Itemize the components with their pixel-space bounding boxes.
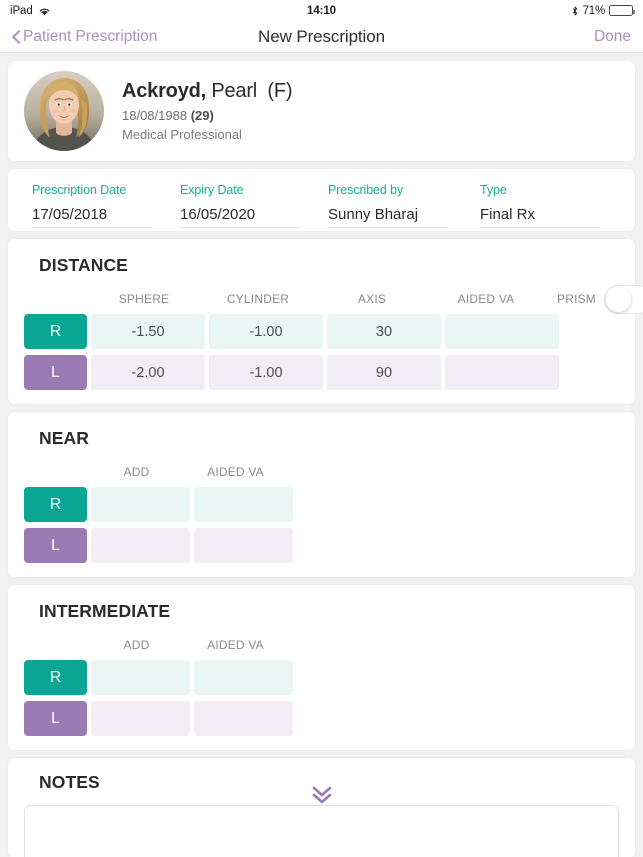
intermediate-column-header-add: ADD — [123, 638, 150, 652]
prescription-details-card: Prescription Date 17/05/2018 Expiry Date… — [8, 169, 635, 231]
intermediate-eye-badge-left[interactable]: L — [24, 701, 87, 736]
near-column-headers: ADD AIDED VA — [24, 463, 619, 481]
near-section-title: NEAR — [39, 428, 89, 448]
double-chevron-down-icon[interactable] — [309, 784, 335, 806]
patient-age: (29) — [190, 108, 214, 123]
near-eye-badge-right[interactable]: R — [24, 487, 87, 522]
distance-left-cylinder[interactable]: -1.00 — [209, 355, 323, 390]
intermediate-left-aided-va[interactable] — [194, 701, 293, 736]
near-right-aided-va[interactable] — [194, 487, 293, 522]
distance-right-sphere[interactable]: -1.50 — [91, 314, 205, 349]
eye-badge-right[interactable]: R — [24, 314, 87, 349]
intermediate-row-right: R — [24, 660, 619, 695]
patient-gender: (F) — [267, 80, 293, 102]
near-column-header-aided-va: AIDED VA — [207, 465, 264, 479]
status-clock: 14:10 — [307, 4, 336, 17]
intermediate-column-headers: ADD AIDED VA — [24, 636, 619, 654]
distance-row-right: R -1.50 -1.00 30 — [24, 314, 619, 349]
intermediate-eye-badge-right[interactable]: R — [24, 660, 87, 695]
eye-badge-left[interactable]: L — [24, 355, 87, 390]
prescription-date-label: Prescription Date — [32, 183, 127, 197]
distance-right-axis[interactable]: 30 — [327, 314, 441, 349]
type-input[interactable]: Final Rx — [480, 206, 600, 228]
near-row-right: R — [24, 487, 619, 522]
prism-toggle[interactable] — [604, 284, 643, 314]
battery-icon — [609, 5, 635, 16]
distance-left-sphere[interactable]: -2.00 — [91, 355, 205, 390]
near-eye-badge-left[interactable]: L — [24, 528, 87, 563]
expiry-date-input[interactable]: 16/05/2020 — [180, 206, 300, 228]
patient-info: Ackroyd, Pearl (F) 18/08/1988 (29) Medic… — [122, 80, 293, 142]
near-left-aided-va[interactable] — [194, 528, 293, 563]
intermediate-right-add[interactable] — [91, 660, 190, 695]
distance-row-left: L -2.00 -1.00 90 — [24, 355, 619, 390]
near-right-add[interactable] — [91, 487, 190, 522]
notes-section-card: NOTES — [8, 758, 635, 857]
bluetooth-icon — [571, 5, 579, 17]
notes-input[interactable] — [24, 805, 619, 857]
form-scroll-area[interactable]: Ackroyd, Pearl (F) 18/08/1988 (29) Medic… — [0, 53, 643, 857]
distance-section-card: DISTANCE SPHERE CYLINDER AXIS AIDED VA P… — [8, 239, 643, 404]
patient-dob: 18/08/1988 — [122, 108, 188, 123]
column-header-cylinder: CYLINDER — [226, 292, 290, 306]
near-row-left: L — [24, 528, 619, 563]
battery-percent-label: 71% — [582, 4, 606, 17]
near-column-header-add: ADD — [123, 465, 150, 479]
prescription-date-field: Prescription Date 17/05/2018 — [32, 183, 180, 228]
distance-left-aided-va[interactable] — [445, 355, 559, 390]
done-button[interactable]: Done — [594, 28, 631, 46]
distance-left-axis[interactable]: 90 — [327, 355, 441, 390]
page-title: New Prescription — [258, 26, 385, 46]
patient-given-name: Pearl — [211, 80, 258, 102]
patient-dob-row: 18/08/1988 (29) — [122, 108, 292, 123]
intermediate-right-aided-va[interactable] — [194, 660, 293, 695]
patient-summary-card[interactable]: Ackroyd, Pearl (F) 18/08/1988 (29) Medic… — [8, 61, 635, 161]
intermediate-row-left: L — [24, 701, 619, 736]
prescription-date-input[interactable]: 17/05/2018 — [32, 206, 152, 228]
prescribed-by-field: Prescribed by Sunny Bharaj — [328, 183, 480, 228]
expiry-date-label: Expiry Date — [180, 183, 244, 197]
status-bar-right: 71% — [571, 4, 635, 17]
patient-surname: Ackroyd, — [122, 80, 206, 102]
prism-control: PRISM — [557, 284, 643, 314]
prescribed-by-label: Prescribed by — [328, 183, 404, 197]
distance-right-cylinder[interactable]: -1.00 — [209, 314, 323, 349]
near-section-card: NEAR ADD AIDED VA R L — [8, 412, 635, 577]
near-left-add[interactable] — [91, 528, 190, 563]
distance-column-headers: SPHERE CYLINDER AXIS AIDED VA PRISM — [24, 284, 643, 314]
intermediate-section-card: INTERMEDIATE ADD AIDED VA R L — [8, 585, 635, 750]
prism-toggle-knob — [606, 286, 632, 312]
distance-right-aided-va[interactable] — [445, 314, 559, 349]
intermediate-column-header-aided-va: AIDED VA — [207, 638, 264, 652]
intermediate-section-title: INTERMEDIATE — [39, 601, 171, 621]
prism-label: PRISM — [557, 292, 597, 306]
type-field: Type Final Rx — [480, 183, 630, 228]
navigation-bar: Patient Prescription New Prescription Do… — [0, 21, 643, 53]
status-bar: iPad 14:10 71% — [0, 0, 643, 21]
patient-name: Ackroyd, Pearl (F) — [122, 80, 293, 103]
patient-avatar — [24, 71, 104, 151]
expiry-date-field: Expiry Date 16/05/2020 — [180, 183, 328, 228]
prescribed-by-input[interactable]: Sunny Bharaj — [328, 206, 448, 228]
patient-role: Medical Professional — [122, 127, 242, 142]
intermediate-left-add[interactable] — [91, 701, 190, 736]
column-header-aided-va: AIDED VA — [457, 292, 515, 306]
distance-section-title: DISTANCE — [39, 255, 128, 275]
column-header-sphere: SPHERE — [118, 292, 170, 306]
column-header-axis: AXIS — [357, 292, 387, 306]
type-label: Type — [480, 183, 507, 197]
